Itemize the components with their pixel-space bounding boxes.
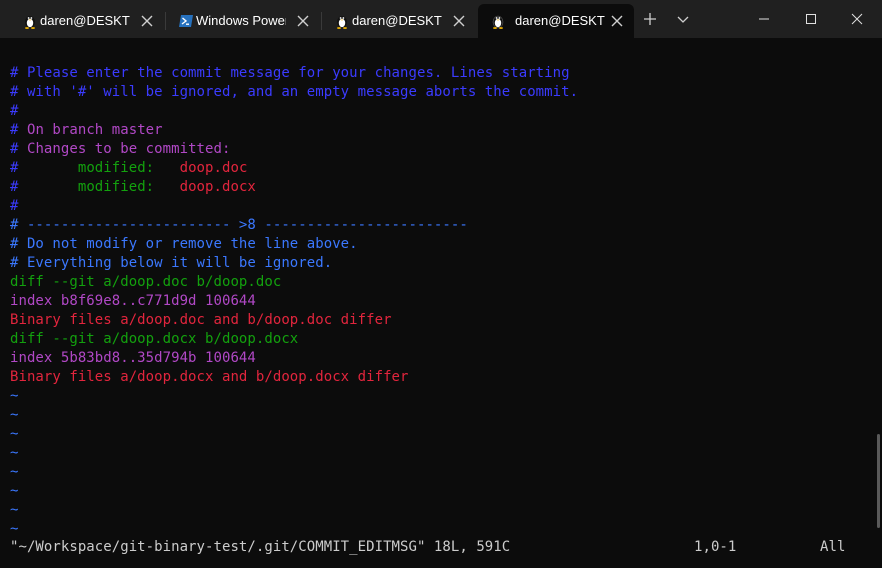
terminal-text-segment: On branch master (26, 122, 163, 138)
minimize-button[interactable] (741, 0, 787, 38)
new-tab-button[interactable] (634, 0, 666, 38)
vim-empty-line-tilde: ~ (10, 464, 19, 480)
tab-separator (321, 12, 322, 30)
terminal-line: # (10, 103, 19, 119)
scrollbar[interactable] (877, 434, 880, 528)
terminal-text-segment: modified: (77, 179, 180, 195)
terminal-text-segment: # (10, 141, 27, 157)
vim-empty-line-tilde: ~ (10, 502, 19, 518)
close-icon[interactable] (452, 14, 466, 28)
linux-penguin-icon (25, 16, 35, 29)
tab-label: daren@DESKTOP (352, 13, 442, 28)
tab-daren-2[interactable]: daren@DESKTOP (328, 4, 476, 38)
close-icon[interactable] (610, 14, 624, 28)
terminal-text-segment: doop.doc (179, 160, 248, 176)
tab-windows-powershell[interactable]: Windows PowerShell (172, 4, 320, 38)
maximize-button[interactable] (788, 0, 834, 38)
tab-label: Windows PowerShell (196, 13, 286, 28)
terminal-text-segment: # (10, 160, 78, 176)
tab-separator (165, 12, 166, 30)
terminal-line: index 5b83bd8..35d794b 100644 (10, 350, 256, 366)
vim-empty-line-tilde: ~ (10, 445, 19, 461)
tab-daren-1[interactable]: daren@DESKTOP (16, 4, 164, 38)
vim-empty-line-tilde: ~ (10, 426, 19, 442)
vim-empty-line-tilde: ~ (10, 388, 19, 404)
close-icon[interactable] (296, 14, 310, 28)
terminal-line: diff --git a/doop.docx b/doop.docx (10, 331, 299, 347)
plus-icon (644, 13, 656, 25)
vim-empty-line-tilde: ~ (10, 521, 19, 537)
terminal-line: # ------------------------ >8 ----------… (10, 217, 468, 233)
terminal-pane[interactable]: # Please enter the commit message for yo… (0, 38, 882, 568)
terminal-line: # with '#' will be ignored, and an empty… (10, 84, 579, 100)
close-window-button[interactable] (834, 0, 880, 38)
vim-empty-line-tilde: ~ (10, 407, 19, 423)
terminal-line: # (10, 198, 19, 214)
maximize-icon (806, 14, 816, 24)
close-icon[interactable] (140, 14, 154, 28)
vim-status-scroll: All (820, 539, 846, 555)
terminal-line: index b8f69e8..c771d9d 100644 (10, 293, 256, 309)
terminal-text-segment: # (10, 179, 78, 195)
terminal-line: # modified: doop.docx (10, 178, 256, 197)
terminal-text-segment: # (10, 122, 27, 138)
linux-penguin-icon (337, 16, 347, 29)
terminal-line: Binary files a/doop.docx and b/doop.docx… (10, 369, 409, 385)
terminal-line: # Everything below it will be ignored. (10, 255, 333, 271)
terminal-line: # modified: doop.doc (10, 159, 247, 178)
linux-penguin-icon (492, 15, 504, 29)
vim-status-position: 1,0-1 (694, 539, 737, 555)
close-icon (851, 13, 863, 25)
terminal-line: # Please enter the commit message for yo… (10, 65, 570, 81)
terminal-line: # Do not modify or remove the line above… (10, 236, 358, 252)
terminal-text-segment: doop.docx (179, 179, 256, 195)
terminal-text-segment: Changes to be committed: (26, 141, 231, 157)
chevron-down-icon (677, 16, 689, 23)
terminal-line: # On branch master (10, 121, 163, 140)
tab-label: daren@DESKTOP (515, 13, 605, 28)
terminal-line: Binary files a/doop.doc and b/doop.doc d… (10, 312, 392, 328)
tab-daren-active[interactable]: daren@DESKTOP (478, 4, 634, 38)
powershell-icon (179, 15, 193, 27)
tab-label: daren@DESKTOP (40, 13, 130, 28)
terminal-text-segment: modified: (77, 160, 180, 176)
vim-status-file: "~/Workspace/git-binary-test/.git/COMMIT… (10, 539, 511, 555)
terminal-line: diff --git a/doop.doc b/doop.doc (10, 274, 282, 290)
tab-dropdown-button[interactable] (668, 0, 698, 38)
minimize-icon (759, 18, 769, 20)
terminal-line: # Changes to be committed: (10, 140, 230, 159)
title-bar: daren@DESKTOP Windows PowerShell daren@D… (0, 0, 882, 38)
vim-empty-line-tilde: ~ (10, 483, 19, 499)
